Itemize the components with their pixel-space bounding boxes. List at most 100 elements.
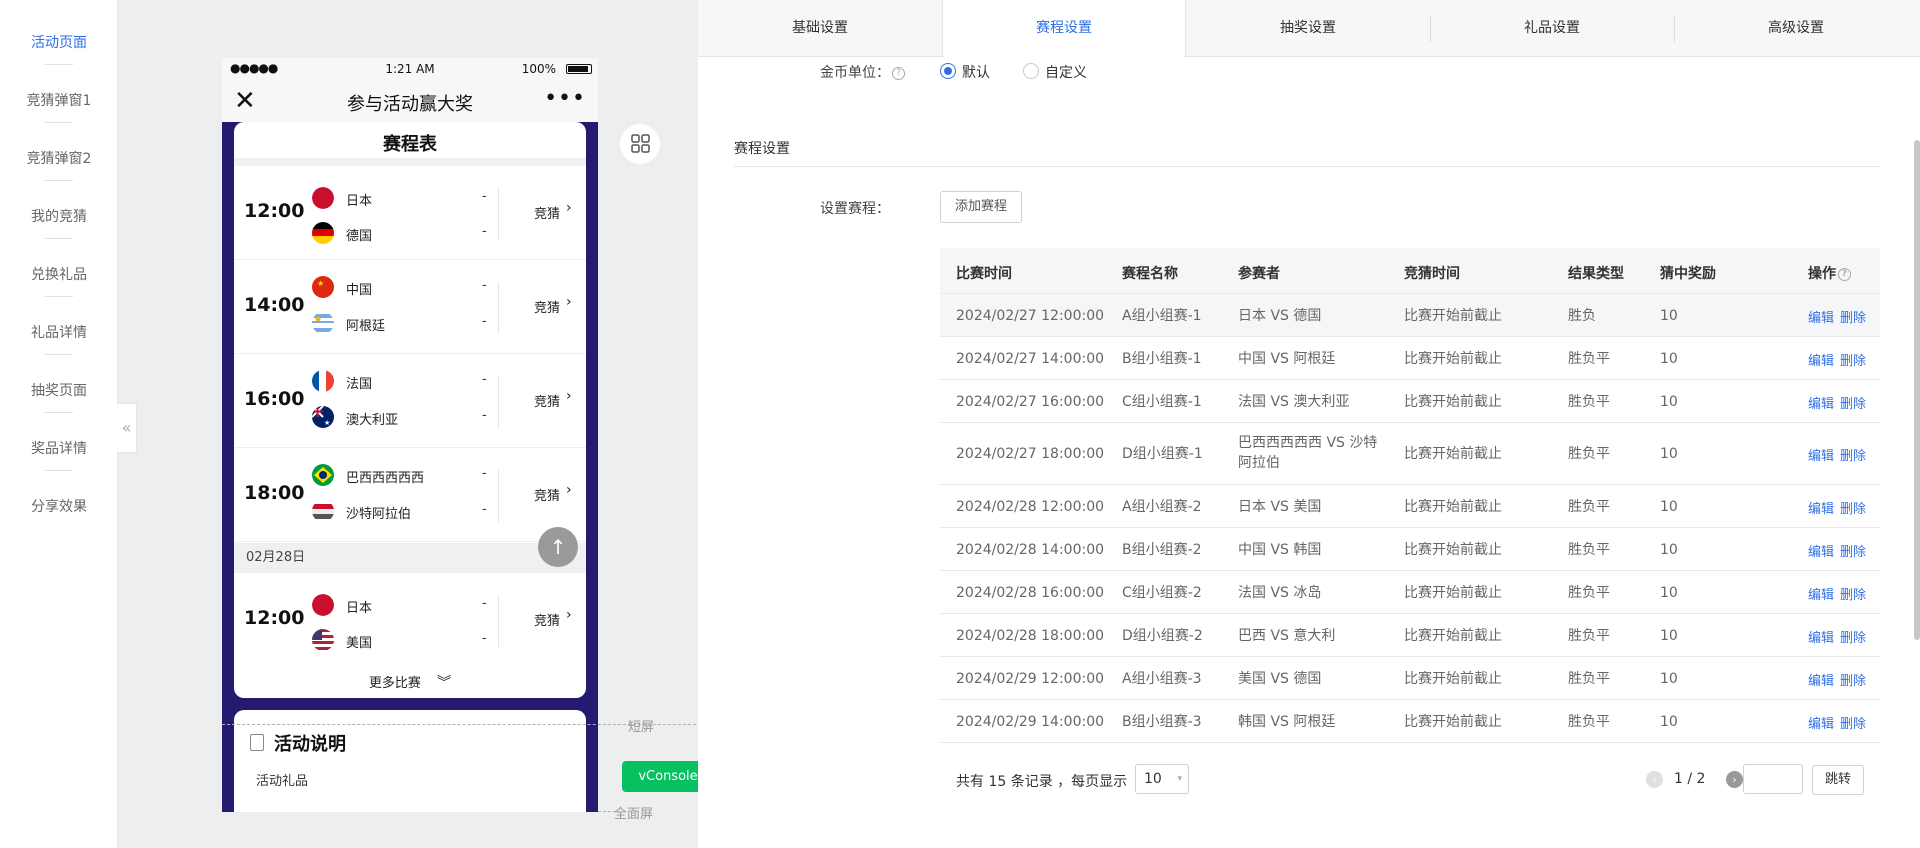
full-screen-label: 全面屏 [614, 807, 654, 822]
table-cell: 韩国 VS 阿根廷 [1238, 714, 1336, 730]
edit-link[interactable]: 编辑 [1808, 670, 1834, 689]
guess-button[interactable]: 竞猜 [534, 297, 560, 316]
table-cell: 10 [1660, 585, 1678, 601]
match-row: 18:00 巴西西西西西 - 沙特阿拉伯 - 竞猜 › [234, 448, 586, 542]
column-header: 猜中奖励 [1660, 266, 1716, 282]
table-cell: 胜负平 [1568, 394, 1610, 410]
grid-view-button[interactable] [620, 124, 660, 164]
edit-link[interactable]: 编辑 [1808, 584, 1834, 603]
jump-button[interactable]: 跳转 [1812, 765, 1864, 795]
table-cell: 比赛开始前截止 [1404, 499, 1502, 515]
table-cell: 比赛开始前截止 [1404, 394, 1502, 410]
coin-unit-label-text: 金币单位： [820, 65, 890, 81]
help-icon[interactable]: ? [892, 66, 905, 80]
edit-link[interactable]: 编辑 [1808, 393, 1834, 412]
team-row: ★ 中国 - [312, 276, 492, 300]
delete-link[interactable]: 删除 [1840, 541, 1866, 560]
delete-link[interactable]: 删除 [1840, 350, 1866, 369]
australia-flag-icon: ★ [312, 406, 334, 428]
team-row: ★ 澳大利亚 - [312, 406, 492, 430]
delete-link[interactable]: 删除 [1840, 627, 1866, 646]
edit-link[interactable]: 编辑 [1808, 713, 1834, 732]
team-score: - [482, 596, 487, 611]
nav-item-my-guesses[interactable]: 我的竞猜 [0, 206, 118, 226]
team-score: - [482, 278, 487, 293]
china-flag-icon: ★ [312, 276, 334, 298]
table-cell: 10 [1660, 446, 1678, 462]
table-cell: 2024/02/28 16:00:00 [956, 585, 1105, 601]
table-cell: D组小组赛-2 [1122, 628, 1203, 644]
table-cell: 巴西 VS 意大利 [1238, 628, 1336, 644]
nav-item-lottery-page[interactable]: 抽奖页面 [0, 380, 118, 400]
guess-button[interactable]: 竞猜 [534, 610, 560, 629]
collapse-sidebar-button[interactable]: « [117, 403, 137, 453]
tab-advanced-settings[interactable]: 高级设置 [1674, 0, 1918, 57]
edit-link[interactable]: 编辑 [1808, 541, 1834, 560]
page-info: 1 / 2 [1674, 771, 1706, 787]
team-score: - [482, 224, 487, 239]
prev-page-icon[interactable]: ‹ [1646, 771, 1663, 788]
table-cell: C组小组赛-1 [1122, 394, 1202, 410]
edit-link[interactable]: 编辑 [1808, 627, 1834, 646]
tab-lottery-settings[interactable]: 抽奖设置 [1186, 0, 1430, 57]
coin-unit-default-radio[interactable] [940, 63, 956, 79]
nav-item-share-effect[interactable]: 分享效果 [0, 496, 118, 516]
table-cell: 比赛开始前截止 [1404, 446, 1502, 462]
table-cell: 法国 VS 澳大利亚 [1238, 394, 1350, 410]
table-cell: 胜负平 [1568, 671, 1610, 687]
next-page-icon[interactable]: › [1726, 771, 1743, 788]
guess-button[interactable]: 竞猜 [534, 391, 560, 410]
usa-flag-icon [312, 629, 334, 651]
delete-link[interactable]: 删除 [1840, 670, 1866, 689]
edit-link[interactable]: 编辑 [1808, 445, 1834, 464]
more-matches-button[interactable]: 更多比赛 ︾ [234, 672, 586, 692]
page-size-value: 10 [1144, 771, 1162, 787]
tab-gift-settings[interactable]: 礼品设置 [1430, 0, 1674, 57]
table-cell: 2024/02/27 16:00:00 [956, 394, 1105, 410]
team-row: 法国 - [312, 370, 492, 394]
table-cell: 巴西西西西西 VS 沙特 [1238, 435, 1378, 451]
nav-divider [45, 412, 73, 413]
section-title: 赛程设置 [734, 141, 790, 157]
scrollbar[interactable] [1914, 140, 1920, 640]
delete-link[interactable]: 删除 [1840, 713, 1866, 732]
page-jump-input[interactable] [1743, 764, 1803, 794]
more-icon[interactable]: ••• [544, 86, 586, 111]
tab-schedule-settings[interactable]: 赛程设置 [942, 0, 1186, 58]
delete-link[interactable]: 删除 [1840, 307, 1866, 326]
nav-item-guess-popup-1[interactable]: 竞猜弹窗1 [0, 90, 118, 110]
description-card: 活动说明 活动礼品 [234, 710, 586, 812]
team-row: 日本 - [312, 594, 492, 618]
nav-item-gift-detail[interactable]: 礼品详情 [0, 322, 118, 342]
coin-unit-custom-label[interactable]: 自定义 [1045, 62, 1087, 82]
phone-preview: ●●●●● 1:21 AM 100% ✕ 参与活动赢大奖 ••• 赛程表 12:… [222, 58, 598, 812]
add-schedule-button[interactable]: 添加赛程 [940, 191, 1022, 223]
tab-basic-settings[interactable]: 基础设置 [698, 0, 942, 57]
guess-button[interactable]: 竞猜 [534, 203, 560, 222]
page-size-select[interactable]: 10 ▾ [1135, 764, 1189, 794]
coin-unit-default-label[interactable]: 默认 [962, 62, 990, 82]
edit-link[interactable]: 编辑 [1808, 350, 1834, 369]
team-name: 中国 [346, 283, 373, 298]
delete-link[interactable]: 删除 [1840, 584, 1866, 603]
nav-item-prize-detail[interactable]: 奖品详情 [0, 438, 118, 458]
edit-link[interactable]: 编辑 [1808, 498, 1834, 517]
nav-item-activity-page[interactable]: 活动页面 [0, 32, 118, 52]
nav-item-redeem-gift[interactable]: 兑换礼品 [0, 264, 118, 284]
double-chevron-down-icon: ︾ [437, 675, 452, 691]
delete-link[interactable]: 删除 [1840, 393, 1866, 412]
nav-item-guess-popup-2[interactable]: 竞猜弹窗2 [0, 148, 118, 168]
team-name: 美国 [346, 636, 373, 651]
match-row: 12:00 日本 - 德国 - 竞猜 › [234, 166, 586, 260]
back-to-top-button[interactable]: ↑ [538, 527, 578, 567]
phone-page-title: 参与活动赢大奖 [347, 94, 473, 115]
coin-unit-custom-radio[interactable] [1023, 63, 1039, 79]
divider [498, 376, 499, 428]
table-row: 2024/02/28 16:00:00 C组小组赛-2 法国 VS 冰岛 比赛开始前截… [940, 571, 1880, 614]
edit-link[interactable]: 编辑 [1808, 307, 1834, 326]
help-icon[interactable]: ? [1838, 267, 1851, 281]
guess-button[interactable]: 竞猜 [534, 485, 560, 504]
delete-link[interactable]: 删除 [1840, 445, 1866, 464]
delete-link[interactable]: 删除 [1840, 498, 1866, 517]
column-header: 赛程名称 [1122, 266, 1178, 282]
